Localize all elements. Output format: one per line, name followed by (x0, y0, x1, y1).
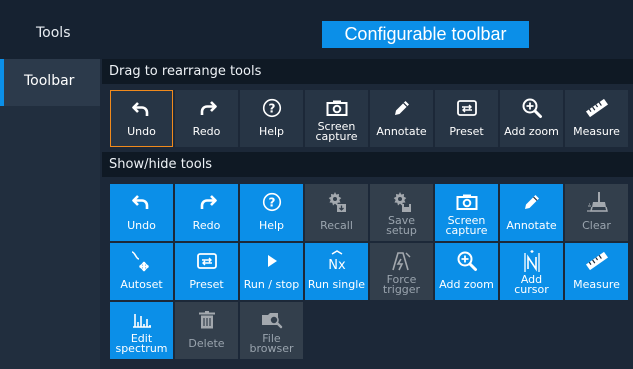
tool-label: Annotate (506, 219, 557, 232)
sidebar-item-toolbar[interactable]: Toolbar (0, 59, 100, 106)
redo-icon (197, 96, 217, 120)
showhide-tool-run-single-button[interactable]: Nx Run single (305, 243, 368, 300)
tool-label: Screen capture (445, 214, 488, 237)
tool-label: Help (258, 125, 285, 138)
top-bar: Tools Configurable toolbar (0, 0, 633, 59)
tool-label: Save setup (386, 214, 417, 237)
showhide-tool-screen-capture-button[interactable]: Screen capture (435, 184, 498, 241)
tool-label: Preset (449, 125, 484, 138)
tools-title: Tools (36, 25, 71, 41)
tool-label: Force trigger (382, 273, 421, 296)
svg-text:?: ? (268, 102, 275, 116)
tool-label: Preset (189, 278, 224, 291)
showhide-tool-undo-button[interactable]: Undo (110, 184, 173, 241)
showhide-tool-force-trigger-button[interactable]: Force trigger (370, 243, 433, 300)
preset-icon (456, 96, 478, 120)
showhide-tool-measure-button[interactable]: Measure (565, 243, 628, 300)
svg-text:?: ? (268, 196, 275, 210)
spectrum-icon (131, 308, 153, 332)
showhide-tool-autoset-button[interactable]: Autoset (110, 243, 173, 300)
zoom-in-icon (521, 96, 543, 120)
tool-label: Undo (127, 125, 156, 138)
tool-label: Redo (192, 219, 221, 232)
ruler-icon (585, 249, 609, 273)
configurable-toolbar-callout: Configurable toolbar (322, 21, 529, 48)
showhide-tool-help-button[interactable]: ? Help (240, 184, 303, 241)
camera-icon (326, 96, 348, 120)
toolbar-tool-screen-capture-button[interactable]: Screen capture (305, 90, 368, 147)
tool-label: Add zoom (439, 278, 494, 291)
camera-icon (456, 190, 478, 214)
undo-icon (131, 97, 152, 121)
showhide-tool-clear-button[interactable]: Clear (565, 184, 628, 241)
save-setup-icon (391, 190, 413, 214)
sidebar-item-label: Toolbar (24, 73, 75, 89)
force-trigger-icon (391, 249, 413, 273)
settings-sidebar: Toolbar (0, 59, 100, 369)
toolbar-tool-redo-button[interactable]: Redo (175, 90, 238, 147)
tool-label: Autoset (120, 278, 163, 291)
recall-icon (326, 190, 348, 214)
tool-label: Help (258, 219, 285, 232)
help-icon: ? (262, 190, 282, 214)
zoom-in-icon (456, 249, 478, 273)
showhide-tool-delete-button[interactable]: Delete (175, 302, 238, 359)
help-icon: ? (262, 96, 282, 120)
tool-label: Add zoom (504, 125, 559, 138)
autoset-icon (130, 249, 154, 273)
tool-label: Undo (127, 219, 156, 232)
showhide-tool-add-zoom-button[interactable]: Add zoom (435, 243, 498, 300)
showhide-tool-annotate-button[interactable]: Annotate (500, 184, 563, 241)
toolbar-tool-preset-button[interactable]: Preset (435, 90, 498, 147)
showhide-tool-redo-button[interactable]: Redo (175, 184, 238, 241)
showhide-tool-recall-button[interactable]: Recall (305, 184, 368, 241)
redo-icon (197, 190, 217, 214)
tool-label: Recall (320, 219, 353, 232)
toolbar-section-title: Drag to rearrange tools (102, 59, 633, 84)
showhide-section-title: Show/hide tools (102, 152, 633, 177)
showhide-tool-run-stop-button[interactable]: Run / stop (240, 243, 303, 300)
pencil-icon (522, 190, 542, 214)
tool-label: Measure (573, 278, 620, 291)
showhide-tool-preset-button[interactable]: Preset (175, 243, 238, 300)
tool-label: Add cursor (514, 273, 549, 296)
showhide-tool-file-browser-button[interactable]: File browser (240, 302, 303, 359)
tool-label: Delete (188, 337, 225, 350)
ruler-icon (585, 96, 609, 120)
tool-label: Measure (573, 125, 620, 138)
tool-label: File browser (249, 332, 294, 355)
tool-label: Edit spectrum (115, 332, 168, 355)
undo-icon (131, 190, 152, 214)
pencil-icon (392, 96, 412, 120)
run-single-icon: Nx (325, 249, 349, 273)
tool-label: Run single (307, 278, 366, 291)
toolbar-tool-measure-button[interactable]: Measure (565, 90, 628, 147)
tool-label: Redo (192, 125, 221, 138)
trash-icon (197, 308, 217, 332)
cursor-icon (521, 249, 543, 273)
file-browser-icon (261, 308, 283, 332)
tool-label: Run / stop (243, 278, 300, 291)
toolbar-tool-help-button[interactable]: ? Help (240, 90, 303, 147)
tool-label: Clear (582, 219, 611, 232)
tool-label: Annotate (376, 125, 427, 138)
showhide-tool-save-setup-button[interactable]: Save setup (370, 184, 433, 241)
preset-icon (196, 249, 218, 273)
clear-icon (586, 190, 608, 214)
tool-label: Screen capture (315, 120, 358, 143)
toolbar-tool-add-zoom-button[interactable]: Add zoom (500, 90, 563, 147)
play-icon (265, 249, 279, 273)
showhide-tool-edit-spectrum-button[interactable]: Edit spectrum (110, 302, 173, 359)
toolbar-tool-undo-button[interactable]: Undo (110, 90, 173, 147)
svg-text:Nx: Nx (328, 258, 346, 273)
showhide-tool-add-cursor-button[interactable]: Add cursor (500, 243, 563, 300)
toolbar-tool-annotate-button[interactable]: Annotate (370, 90, 433, 147)
